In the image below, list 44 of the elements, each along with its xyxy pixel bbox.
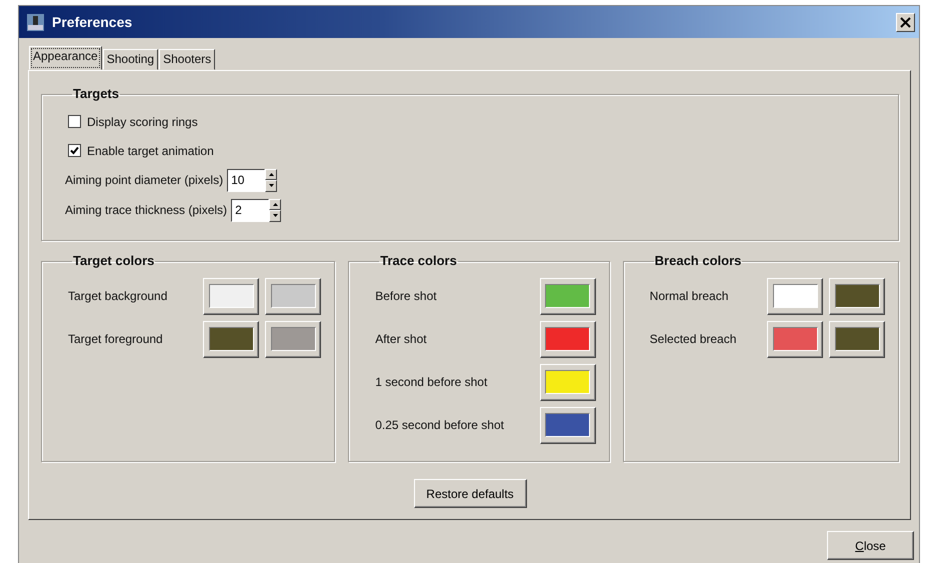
spin-field[interactable]: 10 <box>227 168 266 192</box>
spin-up-icon[interactable] <box>269 198 282 210</box>
field-label: Aiming point diameter (pixels) <box>65 172 224 189</box>
restore-defaults-button[interactable]: Restore defaults <box>414 479 526 508</box>
group-title: Target colors <box>72 254 156 268</box>
tab[interactable]: Appearance <box>29 46 102 70</box>
group-title: Trace colors <box>379 254 458 268</box>
color-picker-button[interactable] <box>829 320 886 358</box>
checkbox-label: Enable target animation <box>87 142 214 160</box>
color-picker-button[interactable] <box>203 278 260 314</box>
color-label: Target background <box>68 288 168 305</box>
tab[interactable]: Shooters <box>159 49 216 70</box>
window-title: Preferences <box>52 12 132 32</box>
color-label: Target foreground <box>68 331 164 348</box>
app-icon <box>27 14 44 30</box>
color-picker-button[interactable] <box>767 278 824 314</box>
color-picker-button[interactable] <box>767 320 824 358</box>
color-picker-button[interactable] <box>829 278 886 314</box>
color-label: 0.25 second before shot <box>375 417 505 434</box>
spin-down-icon[interactable] <box>265 180 278 192</box>
color-picker-button[interactable] <box>203 320 260 358</box>
color-label: 1 second before shot <box>375 374 488 391</box>
group-title: Targets <box>72 87 120 101</box>
color-label: After shot <box>375 331 428 348</box>
group-title: Breach colors <box>654 254 742 268</box>
color-picker-button[interactable] <box>540 278 596 314</box>
close-icon[interactable] <box>896 12 915 32</box>
color-picker-button[interactable] <box>540 406 596 444</box>
color-picker-button[interactable] <box>265 278 322 314</box>
color-label: Selected breach <box>650 331 738 348</box>
close-button[interactable]: Close <box>827 531 914 560</box>
spin-field[interactable]: 2 <box>231 198 270 222</box>
color-picker-button[interactable] <box>265 320 322 358</box>
spin-up-icon[interactable] <box>265 168 278 180</box>
color-picker-button[interactable] <box>540 320 596 358</box>
tab[interactable]: Shooting <box>102 49 158 70</box>
checkbox[interactable] <box>68 144 81 157</box>
color-label: Normal breach <box>650 288 730 305</box>
color-picker-button[interactable] <box>540 364 596 400</box>
field-label: Aiming trace thickness (pixels) <box>65 202 228 219</box>
checkbox-label: Display scoring rings <box>87 114 198 130</box>
checkbox[interactable] <box>68 115 81 128</box>
spin-down-icon[interactable] <box>269 210 282 222</box>
color-label: Before shot <box>375 288 438 305</box>
